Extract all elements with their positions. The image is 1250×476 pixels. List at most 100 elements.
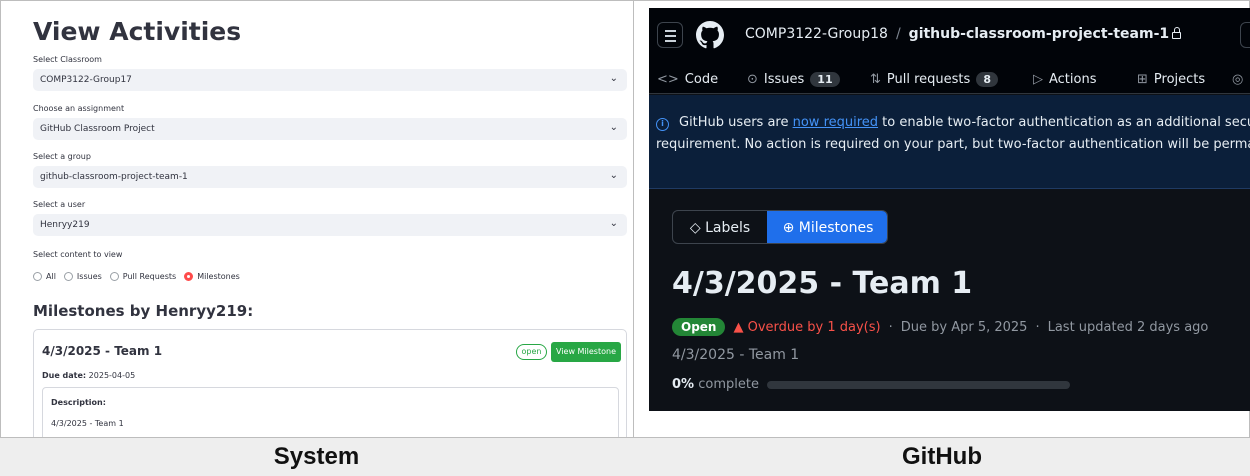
caption-row: System GitHub <box>0 438 1250 476</box>
progress-text: complete <box>698 377 759 392</box>
classroom-label: Select Classroom <box>33 55 102 64</box>
now-required-link[interactable]: now required <box>793 115 878 130</box>
milestones-button[interactable]: ⊕ Milestones <box>767 211 887 243</box>
due-date: Due date: 2025-04-05 <box>42 371 135 380</box>
table-icon: ⊞ <box>1137 72 1148 87</box>
info-icon: i <box>656 118 669 131</box>
description-text: 4/3/2025 - Team 1 <box>51 419 124 428</box>
page-title: View Activities <box>33 17 242 46</box>
radio-selected-icon <box>184 271 194 281</box>
view-milestone-button[interactable]: View Milestone <box>551 342 621 362</box>
content-radio-group: All Issues Pull Requests Milestones <box>33 269 240 283</box>
labels-label: Labels <box>705 220 751 236</box>
tab-projects[interactable]: ⊞ Projects <box>1137 72 1205 87</box>
tab-label: Pull requests <box>886 72 971 87</box>
pull-requests-counter: 8 <box>976 72 998 87</box>
panel-divider <box>633 0 634 476</box>
radio-label: All <box>46 271 56 281</box>
user-label: Select a user <box>33 200 86 209</box>
caption-github: GitHub <box>902 443 982 470</box>
radio-pull-requests[interactable]: Pull Requests <box>109 271 176 281</box>
tab-issues[interactable]: ⊙ Issues 11 <box>747 72 840 87</box>
user-select[interactable]: Henryy219 ⌄ <box>33 214 627 236</box>
updated-text: Last updated 2 days ago <box>1047 319 1209 335</box>
radio-circle-icon <box>63 271 73 281</box>
tag-icon: ◇ <box>689 220 701 236</box>
assignment-select[interactable]: GitHub Classroom Project ⌄ <box>33 118 627 140</box>
progress-percent: 0% <box>672 377 695 392</box>
radio-circle-icon <box>33 271 42 281</box>
code-icon: <> <box>657 72 679 87</box>
radio-issues[interactable]: Issues <box>63 271 102 281</box>
tab-label: Issues <box>763 72 805 87</box>
breadcrumb: COMP3122-Group18 / github-classroom-projec… <box>745 26 1182 42</box>
overdue-text: ▲ Overdue by 1 day(s) <box>733 320 880 335</box>
chevron-down-icon: ⌄ <box>609 170 618 181</box>
shield-icon: ◎ <box>1232 72 1244 87</box>
milestone-card: 4/3/2025 - Team 1 open View Milestone Du… <box>33 329 627 437</box>
repo-header: COMP3122-Group18 / github-classroom-projec… <box>649 8 1250 94</box>
classroom-select-value: COMP3122-Group17 <box>40 75 132 85</box>
tab-actions[interactable]: ▷ Actions <box>1033 72 1097 87</box>
issue-icon: ⊙ <box>747 72 758 87</box>
milestone-title: 4/3/2025 - Team 1 <box>672 266 973 301</box>
description-label: Description: <box>51 398 106 407</box>
meta-dot: · <box>1035 319 1040 335</box>
banner-line-2: requirement. No action is required on yo… <box>656 137 1250 152</box>
milestone-meta: Open ▲ Overdue by 1 day(s) · Due by Apr … <box>672 317 1208 337</box>
state-badge: Open <box>672 318 726 336</box>
tab-pull-requests[interactable]: ⇅ Pull requests 8 <box>870 72 998 87</box>
labels-button[interactable]: ◇ Labels <box>673 211 767 243</box>
chevron-down-icon: ⌄ <box>609 73 618 84</box>
tab-label: Projects <box>1153 72 1206 87</box>
tab-code[interactable]: <> Code <box>657 72 718 87</box>
banner-text: GitHub users are <box>679 115 793 130</box>
assignment-label: Choose an assignment <box>33 104 125 113</box>
caption-system: System <box>273 443 360 470</box>
tab-security[interactable]: ◎ <box>1232 72 1243 87</box>
repo-link[interactable]: github-classroom-project-team-1 <box>909 26 1169 42</box>
meta-dot: · <box>888 319 893 335</box>
classroom-select[interactable]: COMP3122-Group17 ⌄ <box>33 69 627 91</box>
chevron-down-icon: ⌄ <box>609 122 618 133</box>
radio-all[interactable]: All <box>33 271 56 281</box>
radio-label: Issues <box>76 271 102 281</box>
header-action-button[interactable] <box>1240 22 1250 48</box>
github-logo-icon[interactable] <box>696 21 724 49</box>
user-select-value: Henryy219 <box>40 220 90 230</box>
due-date-value: 2025-04-05 <box>88 371 136 380</box>
radio-milestones[interactable]: Milestones <box>184 271 240 281</box>
tab-label: Actions <box>1049 72 1097 87</box>
menu-icon[interactable] <box>657 22 683 48</box>
radio-circle-icon <box>109 271 119 281</box>
group-select[interactable]: github-classroom-project-team-1 ⌄ <box>33 166 627 188</box>
pull-request-icon: ⇅ <box>870 72 881 87</box>
banner-line-1: i GitHub users are now required to enable… <box>656 115 1250 131</box>
assignment-select-value: GitHub Classroom Project <box>40 124 155 134</box>
labels-milestones-toggle: ◇ Labels ⊕ Milestones <box>672 210 888 244</box>
milestone-progress: 0% complete <box>672 377 1070 392</box>
owner-link[interactable]: COMP3122-Group18 <box>745 26 888 42</box>
milestones-label: Milestones <box>798 220 874 236</box>
due-text: Due by Apr 5, 2025 <box>900 319 1028 335</box>
breadcrumb-separator: / <box>895 26 901 42</box>
github-panel: COMP3122-Group18 / github-classroom-projec… <box>649 8 1250 411</box>
milestone-description: 4/3/2025 - Team 1 <box>672 347 800 363</box>
banner-text: to enable two-factor authentication as a… <box>878 115 1250 130</box>
milestone-icon: ⊕ <box>782 220 795 236</box>
play-icon: ▷ <box>1033 72 1043 87</box>
milestone-title: 4/3/2025 - Team 1 <box>42 344 163 358</box>
system-app-panel: View Activities Select Classroom COMP312… <box>20 8 628 437</box>
issues-counter: 11 <box>810 72 840 87</box>
group-label: Select a group <box>33 152 91 161</box>
due-date-label: Due date: <box>42 371 87 380</box>
tab-label: Code <box>684 72 719 87</box>
description-box: Description: 4/3/2025 - Team 1 <box>42 387 619 437</box>
lock-icon <box>1172 27 1182 39</box>
progress-bar <box>766 380 1070 389</box>
content-label: Select content to view <box>33 250 123 259</box>
alert-icon: ▲ <box>733 319 744 335</box>
section-title: Milestones by Henryy219: <box>33 302 254 320</box>
overdue-label: Overdue by 1 day(s) <box>747 319 881 335</box>
two-factor-banner: i GitHub users are now required to enable… <box>649 95 1250 189</box>
